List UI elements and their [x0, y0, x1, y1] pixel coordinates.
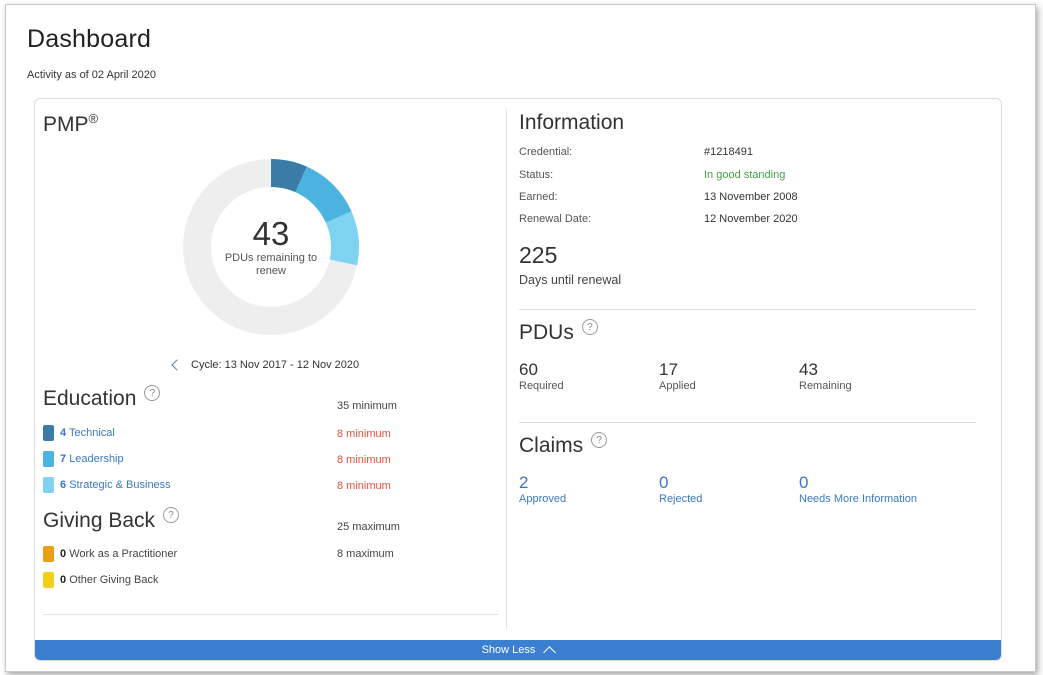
claims-approved[interactable]: 2 Approved	[519, 473, 566, 505]
claims-title-text: Claims	[519, 434, 584, 457]
giving-back-section-title: Giving Back ?	[43, 507, 180, 533]
certification-title: PMP®	[43, 111, 99, 136]
pdus-applied-value: 17	[659, 360, 678, 379]
pdus-section-title: PDUs ?	[519, 319, 598, 345]
practitioner-color-swatch	[43, 546, 54, 562]
pdus-remaining: 43 Remaining	[799, 360, 852, 392]
pdus-required: 60 Required	[519, 360, 564, 392]
certification-card: PMP® 43 PDUs remaining to renew Cycle: 1…	[34, 98, 1002, 661]
giving-back-title-text: Giving Back	[43, 509, 156, 532]
credential-value: #1218491	[704, 146, 753, 158]
donut-segment-technical	[270, 159, 307, 193]
education-item-leadership[interactable]: 7 Leadership	[43, 451, 124, 467]
chevron-left-icon[interactable]	[171, 359, 183, 371]
divider	[519, 422, 976, 423]
claims-approved-value[interactable]: 2	[519, 473, 566, 493]
education-title-text: Education	[43, 387, 137, 410]
pdus-required-value: 60	[519, 360, 538, 379]
education-item-technical-link[interactable]: 4 Technical	[60, 427, 115, 439]
pdus-applied-label: Applied	[659, 380, 696, 392]
status-value: In good standing	[704, 169, 786, 181]
claims-needs-info-label[interactable]: Needs More Information	[799, 493, 917, 505]
donut-segment-strategic	[325, 211, 359, 266]
education-item-strategic-link[interactable]: 6 Strategic & Business	[60, 479, 171, 491]
claims-rejected-label[interactable]: Rejected	[659, 493, 702, 505]
giving-back-item-other: 0 Other Giving Back	[43, 572, 158, 588]
education-item-strategic[interactable]: 6 Strategic & Business	[43, 477, 171, 493]
divider	[43, 614, 498, 615]
chevron-up-icon	[543, 646, 557, 659]
donut-segment-leadership	[294, 166, 352, 224]
pdus-remaining-stat-value: 43	[799, 360, 818, 379]
technical-limit: 8 minimum	[337, 428, 391, 440]
education-item-leadership-link[interactable]: 7 Leadership	[60, 453, 124, 465]
claims-needs-info-value[interactable]: 0	[799, 473, 917, 493]
cycle-label: Cycle: 13 Nov 2017 - 12 Nov 2020	[191, 359, 360, 371]
help-icon[interactable]: ?	[163, 507, 180, 523]
days-until-renewal-value: 225	[519, 242, 558, 268]
education-item-technical[interactable]: 4 Technical	[43, 425, 115, 441]
giving-back-item-practitioner: 0 Work as a Practitioner	[43, 546, 177, 562]
claims-section-title: Claims ?	[519, 432, 608, 458]
days-until-renewal-label: Days until renewal	[519, 273, 622, 287]
claims-rejected-value[interactable]: 0	[659, 473, 702, 493]
page-title: Dashboard	[27, 25, 152, 53]
earned-value: 13 November 2008	[704, 191, 798, 203]
pdus-title-text: PDUs	[519, 321, 574, 344]
show-less-button[interactable]: Show Less	[35, 640, 1001, 660]
giving-back-item-other-label: 0 Other Giving Back	[60, 574, 159, 586]
giving-back-limit: 25 maximum	[337, 521, 400, 533]
help-icon[interactable]: ?	[581, 319, 598, 335]
technical-color-swatch	[43, 425, 54, 441]
show-less-label: Show Less	[481, 644, 536, 656]
earned-label: Earned:	[519, 191, 558, 203]
education-section-title: Education ?	[43, 385, 161, 411]
education-limit: 35 minimum	[337, 400, 397, 412]
leadership-limit: 8 minimum	[337, 454, 391, 466]
help-icon[interactable]: ?	[144, 385, 161, 401]
giving-back-item-practitioner-label: 0 Work as a Practitioner	[60, 548, 178, 560]
divider	[519, 309, 976, 310]
status-label: Status:	[519, 169, 554, 181]
strategic-color-swatch	[43, 477, 54, 493]
column-divider	[506, 109, 507, 629]
pdus-remaining-stat-label: Remaining	[799, 380, 852, 392]
page-subtitle: Activity as of 02 April 2020	[27, 69, 157, 81]
practitioner-limit: 8 maximum	[337, 548, 394, 560]
app-window: Dashboard Activity as of 02 April 2020 P…	[5, 4, 1036, 672]
strategic-limit: 8 minimum	[337, 480, 391, 492]
claims-rejected[interactable]: 0 Rejected	[659, 473, 702, 505]
other-giving-color-swatch	[43, 572, 54, 588]
help-icon[interactable]: ?	[591, 432, 608, 448]
renewal-date-label: Renewal Date:	[519, 213, 592, 225]
claims-approved-label[interactable]: Approved	[519, 493, 566, 505]
credential-label: Credential:	[519, 146, 573, 158]
claims-needs-info[interactable]: 0 Needs More Information	[799, 473, 917, 505]
cycle-selector: Cycle: 13 Nov 2017 - 12 Nov 2020	[171, 359, 360, 371]
pdus-applied: 17 Applied	[659, 360, 696, 392]
pdus-required-label: Required	[519, 380, 564, 392]
renewal-date-value: 12 November 2020	[704, 213, 798, 225]
leadership-color-swatch	[43, 451, 54, 467]
pdu-donut-chart	[183, 159, 359, 335]
information-title: Information	[519, 111, 625, 134]
